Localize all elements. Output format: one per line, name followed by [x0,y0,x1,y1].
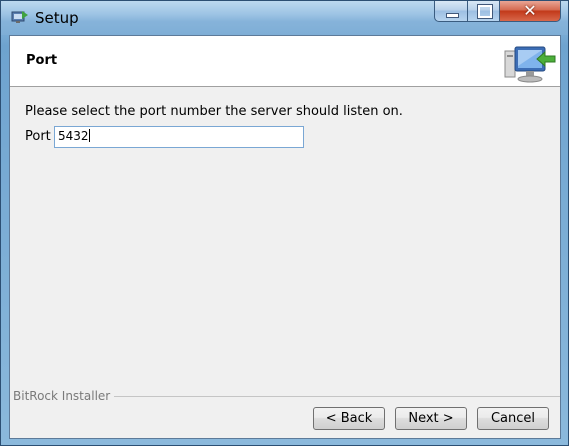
text-caret [88,129,90,142]
installer-brand: BitRock Installer [13,389,111,403]
close-icon: ✕ [523,1,537,20]
next-button[interactable]: Next > [395,407,467,430]
window-title: Setup [35,9,79,27]
minimize-button[interactable] [434,1,468,22]
port-input[interactable]: 5432 [54,126,304,148]
computer-network-icon [504,46,556,83]
cancel-button[interactable]: Cancel [477,407,549,430]
title-bar[interactable]: Setup ✕ [1,1,568,35]
back-button[interactable]: < Back [313,407,385,430]
page-header: Port [10,36,560,87]
maximize-icon [477,4,493,19]
minimize-icon [446,13,459,18]
installer-panel: Port Please select the port number the s… [9,35,561,439]
setup-app-icon [11,11,28,23]
page-title: Port [26,53,58,68]
close-button[interactable]: ✕ [499,1,561,22]
port-label: Port [25,129,51,144]
maximize-button[interactable] [467,1,500,22]
instruction-text: Please select the port number the server… [25,104,403,119]
setup-window: Setup ✕ Port Please select the port numb… [0,0,569,446]
footer-divider [114,396,560,397]
port-value: 5432 [58,129,89,143]
